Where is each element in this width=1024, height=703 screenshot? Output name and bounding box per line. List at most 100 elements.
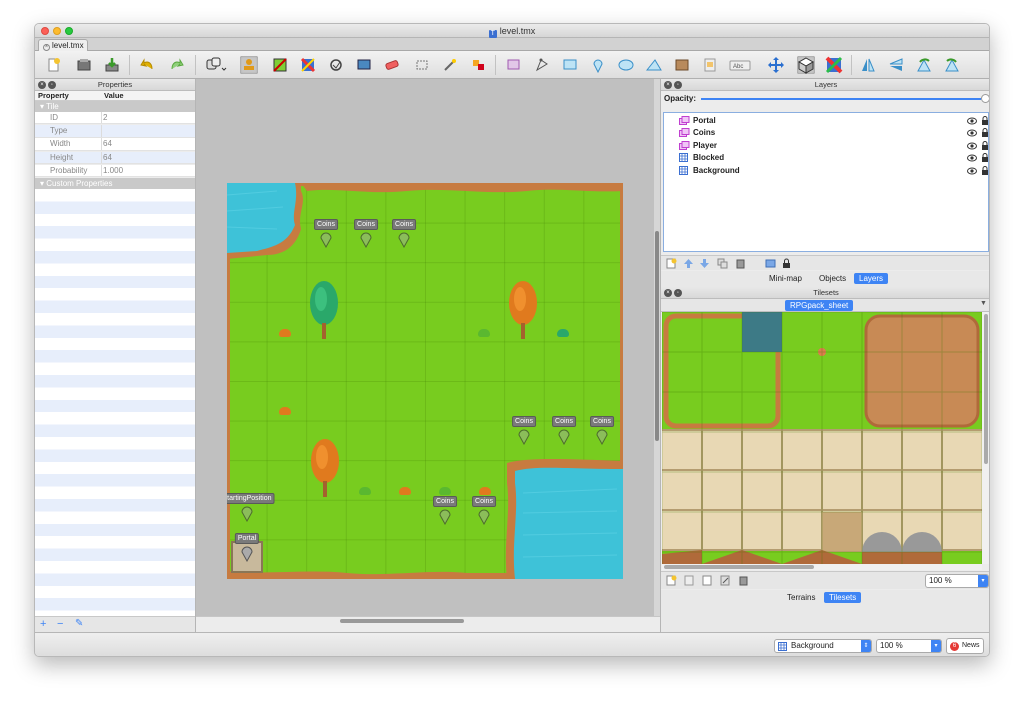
flip-horizontal-button[interactable] xyxy=(859,56,877,74)
column-property[interactable]: Property xyxy=(38,91,69,101)
document-tab[interactable]: × level.tmx xyxy=(38,39,88,51)
horizontal-scroll-thumb[interactable] xyxy=(340,619,464,623)
tab-layers[interactable]: Layers xyxy=(854,273,889,284)
insert-rectangle-button[interactable] xyxy=(561,56,579,74)
close-panel-icon[interactable]: × xyxy=(664,289,672,297)
save-button[interactable] xyxy=(103,56,121,74)
raise-layer-icon[interactable] xyxy=(683,258,694,269)
tileset-horizontal-scrollbar[interactable] xyxy=(662,564,982,570)
color-tool-button[interactable] xyxy=(825,56,843,74)
remove-tileset-icon[interactable] xyxy=(738,575,749,586)
property-value[interactable]: 64 xyxy=(103,138,112,150)
property-value[interactable]: 1.000 xyxy=(103,165,123,177)
tileset-view[interactable] xyxy=(662,312,982,564)
eraser-button[interactable] xyxy=(383,56,401,74)
delete-layer-icon[interactable] xyxy=(735,258,746,269)
close-panel-icon[interactable]: × xyxy=(38,81,46,89)
lock-icon[interactable] xyxy=(981,128,989,138)
show-hide-layers-icon[interactable] xyxy=(765,258,776,269)
new-tileset-icon[interactable] xyxy=(666,575,677,586)
close-tab-icon[interactable]: × xyxy=(43,44,50,51)
property-row[interactable]: Probability 1.000 xyxy=(35,164,195,178)
world-tool-button[interactable] xyxy=(797,56,815,74)
tileset-scroll-thumb[interactable] xyxy=(984,314,988,464)
property-value[interactable]: 64 xyxy=(103,152,112,164)
select-same-tile-button[interactable] xyxy=(469,56,487,74)
insert-template-button[interactable] xyxy=(701,56,719,74)
lock-icon[interactable] xyxy=(981,140,989,150)
layer-row-portal[interactable]: Portal xyxy=(679,115,989,127)
vertical-scroll-thumb[interactable] xyxy=(655,231,659,441)
tile-group-header[interactable]: ▾ Tile xyxy=(35,101,195,112)
current-layer-select[interactable]: Background ⇕ xyxy=(774,639,872,653)
magic-wand-button[interactable] xyxy=(441,56,459,74)
select-tiles-button[interactable] xyxy=(413,56,431,74)
random-mode-button[interactable] xyxy=(205,56,227,74)
lock-icon[interactable] xyxy=(981,153,989,163)
insert-tile-button[interactable] xyxy=(673,56,691,74)
property-row[interactable]: Width 64 xyxy=(35,138,195,151)
eye-icon[interactable] xyxy=(967,142,977,150)
tileset-tab-rpgpack[interactable]: RPGpack_sheet xyxy=(785,300,854,311)
float-panel-icon[interactable]: ◦ xyxy=(674,289,682,297)
eye-icon[interactable] xyxy=(967,129,977,137)
flip-vertical-button[interactable] xyxy=(887,56,905,74)
eye-icon[interactable] xyxy=(967,167,977,175)
insert-ellipse-button[interactable] xyxy=(617,56,635,74)
rename-property-button[interactable]: ✎ xyxy=(75,618,83,629)
lower-layer-icon[interactable] xyxy=(699,258,710,269)
tileset-vertical-scrollbar[interactable] xyxy=(982,312,989,564)
float-panel-icon[interactable]: ◦ xyxy=(48,81,56,89)
embed-tileset-icon[interactable] xyxy=(684,575,695,586)
lock-layer-icon[interactable] xyxy=(781,258,792,269)
new-layer-icon[interactable] xyxy=(666,258,677,269)
property-value[interactable]: 2 xyxy=(103,112,107,124)
column-value[interactable]: Value xyxy=(104,91,124,101)
edit-tileset-icon[interactable] xyxy=(720,575,731,586)
horizontal-scrollbar[interactable] xyxy=(196,616,660,625)
insert-text-button[interactable]: Abc xyxy=(729,56,751,74)
tileset-menu-button[interactable]: ▼ xyxy=(980,300,989,310)
add-property-button[interactable]: + xyxy=(40,618,46,630)
map-view[interactable]: Coins Coins Coins Coins Coins Coins Coin… xyxy=(196,79,660,625)
rotate-right-button[interactable] xyxy=(943,56,961,74)
custom-properties-header[interactable]: ▾ Custom Properties xyxy=(35,178,195,189)
tab-terrains[interactable]: Terrains xyxy=(782,592,820,603)
eye-icon[interactable] xyxy=(967,117,977,125)
opacity-slider[interactable] xyxy=(701,98,981,100)
lock-icon[interactable] xyxy=(981,116,989,125)
stamp-brush-button[interactable] xyxy=(240,56,258,74)
shape-fill-button[interactable] xyxy=(327,56,345,74)
layer-row-blocked[interactable]: Blocked xyxy=(679,152,989,164)
map-zoom-select[interactable]: 100 % ▾ xyxy=(876,639,942,653)
layer-row-coins[interactable]: Coins xyxy=(679,127,989,139)
edit-polygons-button[interactable] xyxy=(533,56,551,74)
opacity-slider-knob[interactable] xyxy=(981,94,989,103)
close-panel-icon[interactable]: × xyxy=(664,81,672,89)
open-map-button[interactable] xyxy=(75,56,93,74)
export-tileset-icon[interactable] xyxy=(702,575,713,586)
lock-icon[interactable] xyxy=(981,165,989,175)
new-map-button[interactable] xyxy=(45,56,63,74)
rect-select-button[interactable] xyxy=(355,56,373,74)
layer-row-player[interactable]: Player xyxy=(679,140,989,152)
move-button[interactable] xyxy=(767,56,785,74)
remove-property-button[interactable]: − xyxy=(57,618,63,630)
undo-button[interactable] xyxy=(139,56,157,74)
tileset-zoom-select[interactable]: 100 % ▾ xyxy=(925,574,989,588)
news-button[interactable]: 6 News xyxy=(946,638,984,654)
redo-button[interactable] xyxy=(167,56,185,74)
tab-mini-map[interactable]: Mini-map xyxy=(764,273,807,284)
select-objects-button[interactable] xyxy=(505,56,523,74)
property-row[interactable]: Type xyxy=(35,125,195,138)
property-row[interactable]: ID 2 xyxy=(35,112,195,125)
insert-point-button[interactable] xyxy=(589,56,607,74)
tab-objects[interactable]: Objects xyxy=(814,273,851,284)
terrain-brush-button[interactable] xyxy=(271,56,289,74)
tab-tilesets[interactable]: Tilesets xyxy=(824,592,862,603)
layer-row-background[interactable]: Background xyxy=(679,165,989,177)
tileset-hscroll-thumb[interactable] xyxy=(664,565,814,569)
bucket-fill-button[interactable] xyxy=(299,56,317,74)
float-panel-icon[interactable]: ◦ xyxy=(674,81,682,89)
duplicate-layer-icon[interactable] xyxy=(717,258,728,269)
